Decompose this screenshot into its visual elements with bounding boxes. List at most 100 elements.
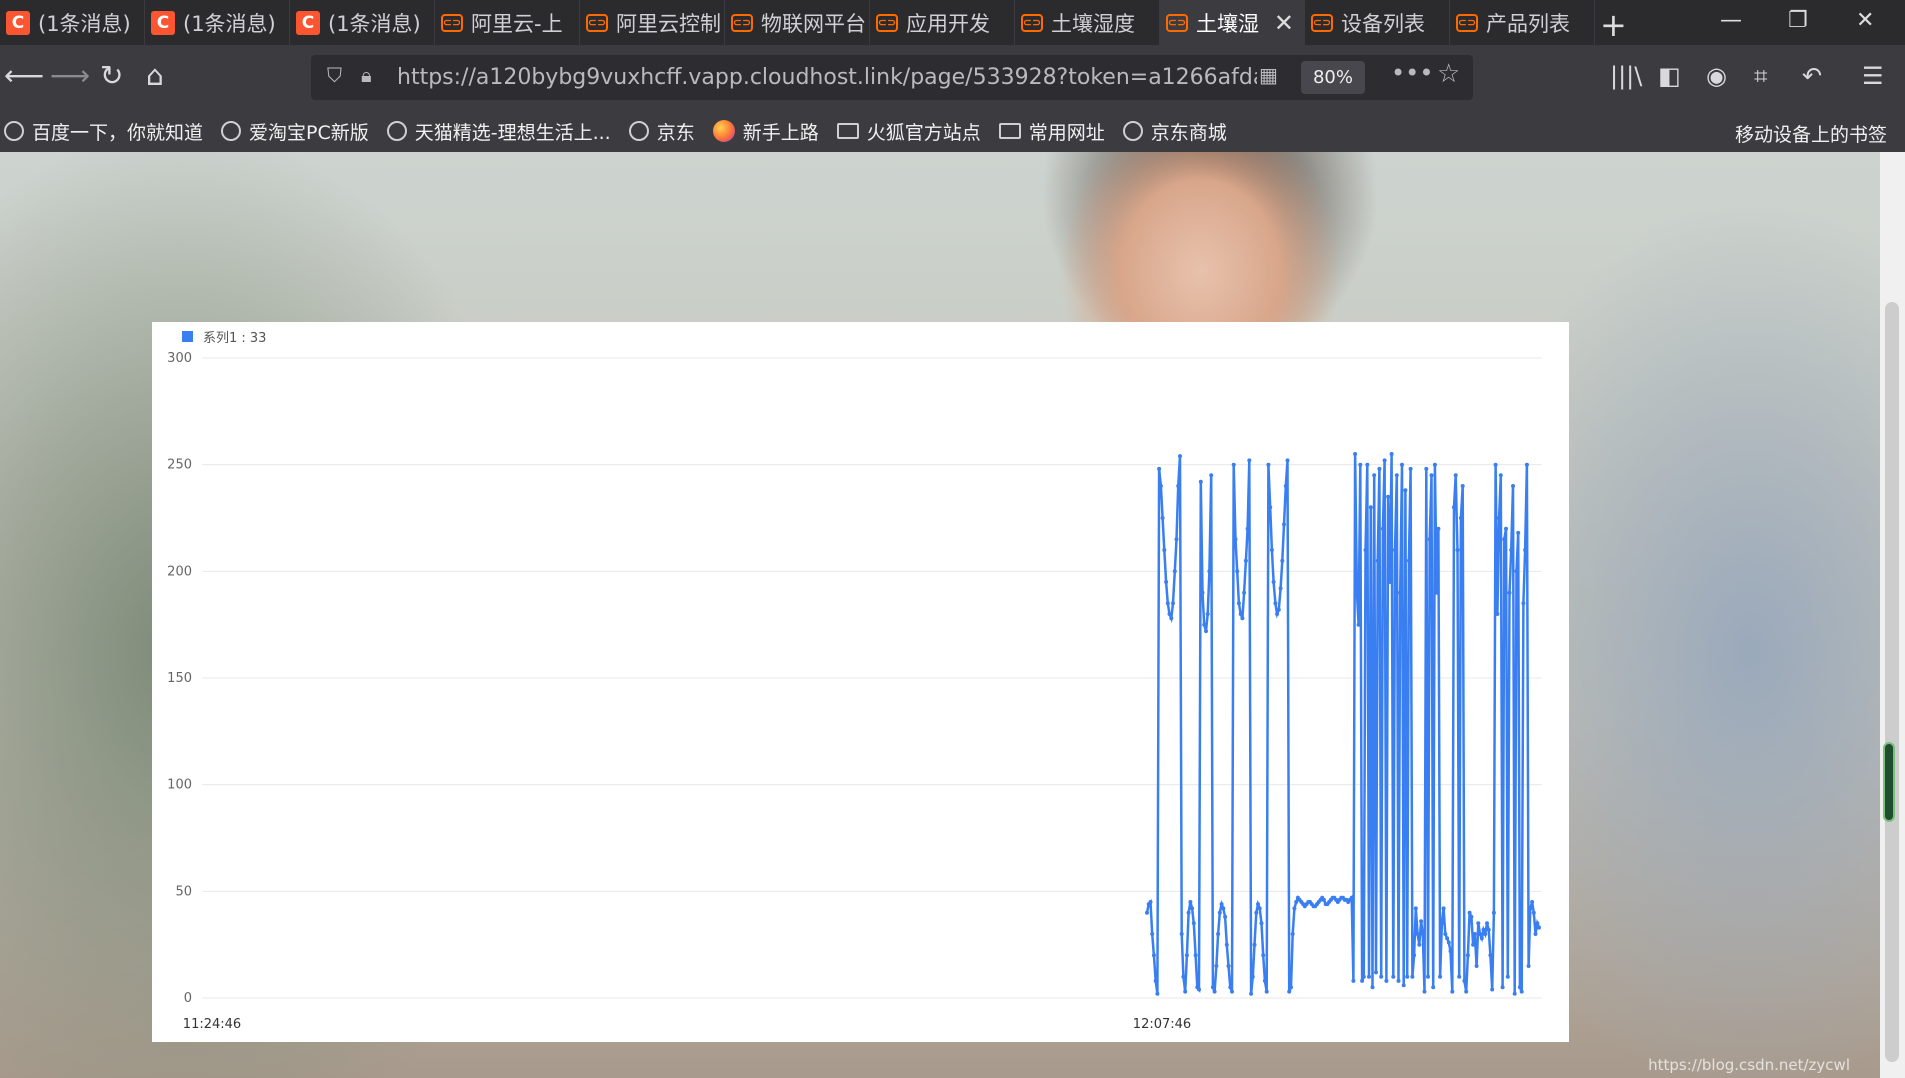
tab-5[interactable]: ⊂⊃ 物联网平台: [725, 0, 870, 45]
bookmark-item[interactable]: 爱淘宝PC新版: [221, 118, 369, 145]
series-line: [1145, 453, 1541, 994]
csdn-icon: C: [296, 10, 320, 35]
data-point: [1450, 989, 1455, 994]
bookmark-folder[interactable]: 常用网址: [998, 118, 1105, 145]
zoom-level[interactable]: 80%: [1301, 61, 1365, 94]
new-tab-button[interactable]: +: [1600, 6, 1627, 44]
data-point: [1254, 910, 1259, 915]
data-point: [1216, 932, 1221, 936]
scrollbar-grip[interactable]: [1883, 742, 1895, 822]
qr-code-icon[interactable]: ▦: [1259, 63, 1278, 87]
data-point: [1179, 932, 1184, 936]
data-point: [1145, 910, 1149, 915]
tab-0[interactable]: C (1条消息): [0, 0, 145, 45]
data-point: [1464, 989, 1469, 994]
data-point: [1235, 569, 1240, 574]
data-point: [1471, 942, 1476, 947]
library-icon[interactable]: |||\: [1610, 62, 1642, 90]
url-text[interactable]: https://a120bybg9vuxhcff.vapp.cloudhost.…: [397, 65, 1257, 90]
bookmark-item[interactable]: 京东: [628, 118, 695, 145]
data-point: [1363, 548, 1368, 552]
data-point: [1280, 558, 1285, 563]
data-point: [1202, 622, 1207, 627]
account-icon[interactable]: ◉: [1706, 62, 1727, 90]
aliyun-icon: ⊂⊃: [441, 13, 463, 32]
data-point: [1266, 462, 1271, 467]
data-point: [1172, 569, 1177, 574]
address-bar[interactable]: ⛉ 🔒︎ https://a120bybg9vuxhcff.vapp.cloud…: [311, 55, 1473, 100]
home-button[interactable]: ⌂: [146, 59, 164, 92]
data-point: [1439, 921, 1444, 926]
tab-1[interactable]: C (1条消息): [145, 0, 290, 45]
lock-icon[interactable]: 🔒︎: [361, 63, 372, 87]
tab-label: 应用开发: [906, 11, 990, 36]
data-point: [1285, 458, 1290, 463]
data-point: [1188, 900, 1193, 904]
data-point: [1358, 462, 1363, 467]
bookmark-star-icon[interactable]: ☆: [1437, 59, 1460, 89]
data-point: [1528, 906, 1533, 911]
data-point: [1186, 910, 1191, 915]
bookmark-item[interactable]: 新手上路: [712, 118, 819, 145]
data-point: [1193, 953, 1198, 958]
tab-10[interactable]: ⊂⊃ 产品列表: [1450, 0, 1595, 45]
aliyun-icon: ⊂⊃: [1456, 13, 1478, 32]
screenshot-icon[interactable]: ⌗: [1754, 62, 1768, 90]
scrollbar-thumb[interactable]: [1885, 302, 1899, 1062]
bookmark-folder[interactable]: 火狐官方站点: [836, 118, 981, 145]
data-point: [1150, 932, 1155, 936]
globe-icon: [628, 121, 649, 141]
sidebar-icon[interactable]: ◧: [1658, 62, 1681, 90]
data-point: [1256, 902, 1260, 907]
data-point: [1507, 590, 1512, 595]
close-window-button[interactable]: ✕: [1856, 8, 1874, 33]
firefox-icon: [712, 120, 735, 142]
data-point: [1481, 927, 1486, 932]
aliyun-icon: ⊂⊃: [1166, 13, 1188, 32]
bookmark-item[interactable]: 百度一下，你就知道: [4, 118, 203, 145]
data-point: [1436, 526, 1441, 531]
tab-8[interactable]: ⊂⊃ 土壤湿 ✕: [1160, 0, 1305, 45]
data-point: [1478, 932, 1482, 936]
menu-icon[interactable]: ☰: [1862, 62, 1884, 90]
globe-icon: [221, 121, 242, 141]
data-point: [1294, 900, 1299, 904]
data-point: [1148, 900, 1153, 904]
mobile-bookmarks[interactable]: 移动设备上的书签: [1735, 120, 1887, 147]
undo-icon[interactable]: ↶: [1802, 62, 1822, 90]
data-point: [1523, 548, 1528, 552]
tab-label: (1条消息): [183, 11, 276, 36]
data-point: [1512, 991, 1517, 996]
data-point: [1413, 906, 1418, 911]
back-button[interactable]: ⟵: [4, 59, 44, 92]
data-point: [1198, 479, 1203, 484]
shield-icon[interactable]: ⛉: [327, 63, 342, 87]
bookmark-item[interactable]: 天猫精选-理想生活上...: [386, 118, 611, 145]
page-scrollbar[interactable]: [1880, 152, 1905, 1078]
tab-2[interactable]: C (1条消息): [290, 0, 435, 45]
close-tab-icon[interactable]: ✕: [1274, 9, 1294, 37]
bookmark-item[interactable]: 京东商城: [1122, 118, 1227, 145]
tab-7[interactable]: ⊂⊃ 土壤湿度: [1015, 0, 1160, 45]
forward-button[interactable]: ⟶: [50, 59, 90, 92]
tab-4[interactable]: ⊂⊃ 阿里云控制: [580, 0, 725, 45]
tab-3[interactable]: ⊂⊃ 阿里云-上: [435, 0, 580, 45]
data-point: [1155, 991, 1160, 996]
tab-label: 物联网平台: [761, 11, 866, 36]
reload-button[interactable]: ↻: [100, 59, 123, 92]
tab-9[interactable]: ⊂⊃ 设备列表: [1305, 0, 1450, 45]
chart-legend[interactable]: 系列1 : 33: [182, 327, 266, 346]
data-point: [1505, 974, 1510, 979]
data-point: [1517, 985, 1522, 990]
data-point: [1460, 484, 1465, 488]
data-point: [1398, 590, 1403, 595]
data-point: [1240, 616, 1245, 621]
restore-button[interactable]: ❐: [1788, 8, 1808, 33]
data-point: [1181, 974, 1186, 979]
minimize-button[interactable]: —: [1720, 8, 1742, 33]
more-actions-icon[interactable]: •••: [1391, 59, 1433, 87]
data-point: [1500, 985, 1505, 990]
data-point: [1236, 601, 1241, 606]
tab-6[interactable]: ⊂⊃ 应用开发: [870, 0, 1015, 45]
data-point: [1212, 989, 1217, 994]
